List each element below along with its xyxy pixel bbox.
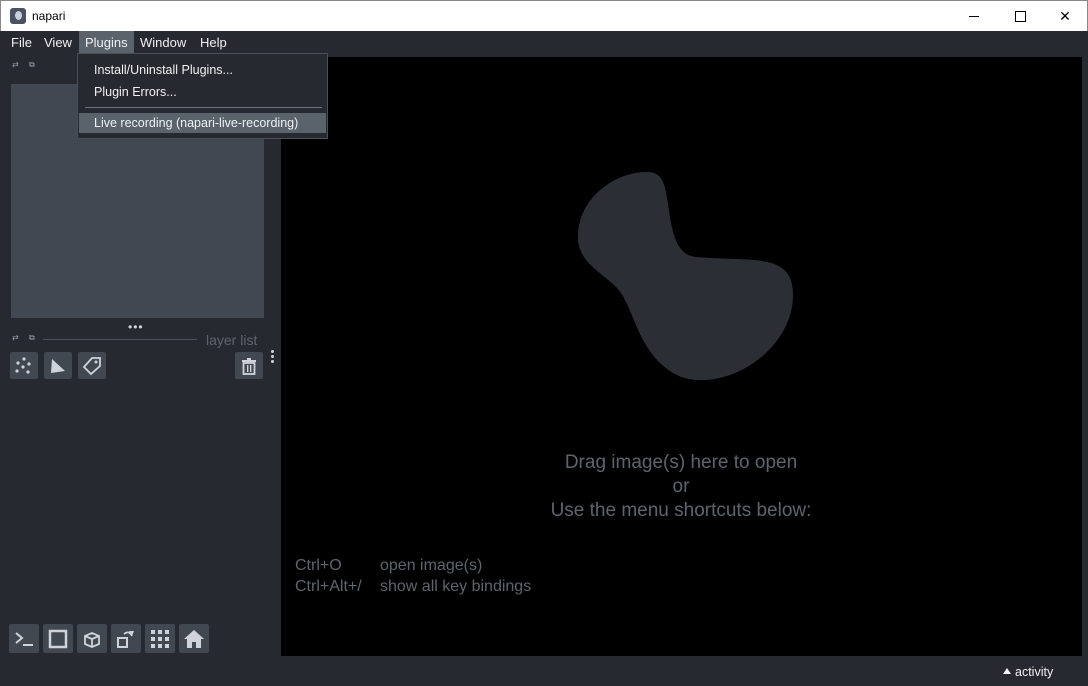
menu-file[interactable]: File	[5, 31, 38, 54]
menu-bar: File View Plugins Window Help	[1, 31, 1087, 54]
delete-layer-button[interactable]	[235, 352, 263, 379]
napari-logo-icon	[578, 172, 794, 381]
more-options-icon[interactable]	[270, 350, 276, 365]
roll-dims-icon	[84, 632, 100, 648]
welcome-message: Drag image(s) here to open or Use the me…	[481, 451, 881, 523]
dock-close-icon[interactable]: ⧉	[29, 60, 35, 70]
home-button[interactable]	[179, 624, 209, 653]
shortcut-description: open image(s)	[380, 557, 483, 574]
transpose-button[interactable]	[111, 624, 141, 653]
shortcut-description: show all key bindings	[380, 578, 532, 595]
home-icon	[184, 630, 204, 648]
welcome-line-3: Use the menu shortcuts below:	[550, 500, 812, 521]
menu-window[interactable]: Window	[134, 31, 192, 54]
shortcut-key: Ctrl+O	[295, 557, 342, 574]
new-points-layer-icon	[15, 357, 31, 374]
dock-title-divider	[43, 339, 197, 340]
grid-view-icon	[151, 630, 169, 648]
plugins-dropdown-menu: Install/Uninstall Plugins... Plugin Erro…	[77, 53, 328, 139]
ndisplay-2d-icon	[48, 629, 68, 649]
ndisplay-button[interactable]	[43, 624, 73, 653]
activity-toggle[interactable]: activity	[1003, 665, 1053, 679]
new-points-layer-button[interactable]	[10, 352, 38, 379]
minimize-button[interactable]	[951, 1, 997, 31]
roll-dims-button[interactable]	[77, 624, 107, 653]
welcome-line-1: Drag image(s) here to open	[564, 452, 798, 473]
dock-splitter-handle[interactable]: •••	[128, 320, 144, 334]
new-labels-layer-icon	[82, 357, 101, 376]
menu-view[interactable]: View	[38, 31, 78, 54]
layer-list-close-icon[interactable]: ⧉	[29, 333, 35, 343]
activity-label: activity	[1015, 665, 1054, 679]
transpose-icon	[117, 631, 134, 648]
close-button[interactable]: ✕	[1042, 1, 1088, 31]
napari-app-icon	[10, 8, 26, 24]
new-shapes-layer-icon	[51, 359, 65, 373]
console-icon	[15, 632, 33, 646]
window-titlebar: napari ✕	[0, 0, 1088, 31]
layer-list-float-icon[interactable]: ⇄	[12, 333, 19, 342]
menu-separator	[85, 107, 322, 108]
menu-item-live-recording[interactable]: Live recording (napari-live-recording)	[79, 113, 326, 133]
new-shapes-layer-button[interactable]	[44, 352, 72, 379]
menu-item-install-plugins[interactable]: Install/Uninstall Plugins...	[79, 60, 326, 80]
caret-up-icon	[1003, 668, 1011, 674]
menu-help[interactable]: Help	[194, 31, 233, 54]
grid-view-button[interactable]	[145, 624, 175, 653]
dock-float-icon[interactable]: ⇄	[12, 60, 19, 69]
delete-layer-icon	[242, 358, 256, 375]
shortcut-key: Ctrl+Alt+/	[295, 578, 362, 595]
menu-plugins[interactable]: Plugins	[79, 31, 134, 54]
welcome-line-2: or	[672, 476, 690, 497]
console-button[interactable]	[9, 624, 39, 653]
window-title: napari	[32, 9, 66, 23]
menu-item-plugin-errors[interactable]: Plugin Errors...	[79, 82, 326, 102]
maximize-button[interactable]	[997, 1, 1043, 31]
layer-list-title: layer list	[206, 332, 258, 348]
new-labels-layer-button[interactable]	[78, 352, 106, 379]
